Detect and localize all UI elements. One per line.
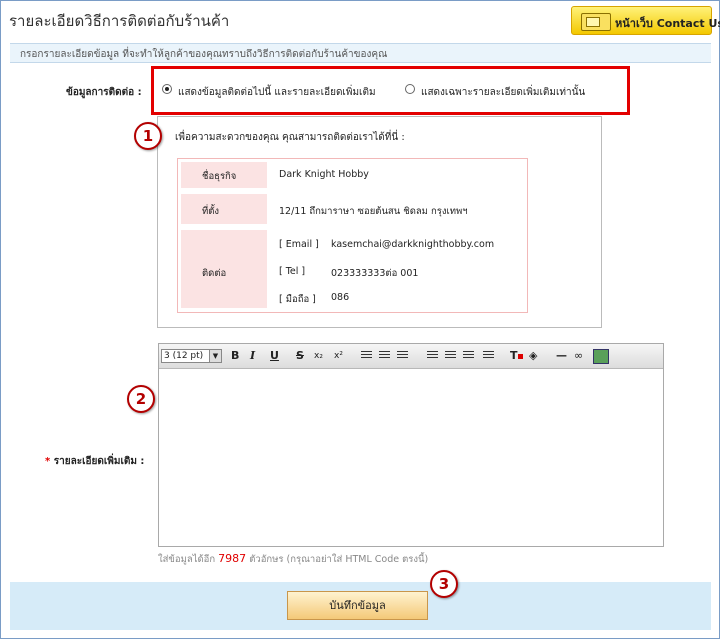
save-button[interactable]: บันทึกข้อมูล [287,591,428,620]
editor-toolbar: 3 (12 pt) ▼ B I U S x₂ x² T ◈ — ∞ [159,344,663,369]
underline-button[interactable]: U [270,349,279,363]
radio-details-only[interactable] [405,84,415,94]
contact-info-label: ข้อมูลการติดต่อ : [66,87,142,98]
contact-label: ติดต่อ [202,268,227,279]
chevron-down-icon[interactable]: ▼ [209,350,221,362]
preview-intro: เพื่อความสะดวกของคุณ คุณสามารถติดต่อเราไ… [175,132,405,143]
radio-show-contact-and-details-label[interactable]: แสดงข้อมูลติดต่อไปนี้ และรายละเอียดเพิ่ม… [178,85,376,100]
page-title: รายละเอียดวิธีการติดต่อกับร้านค้า [9,12,230,30]
callout-2: 2 [127,385,155,413]
callout-1: 1 [134,122,162,150]
contact-us-button[interactable]: หน้าเว็บ Contact Us [571,6,720,35]
outdent-icon[interactable] [463,351,474,360]
business-name-value: Dark Knight Hobby [279,169,369,180]
character-counter: ใส่ข้อมูลได้อีก 7987 ตัวอักษร (กรุณาอย่า… [158,552,428,567]
counter-remaining: 7987 [218,552,247,565]
rich-text-editor: 3 (12 pt) ▼ B I U S x₂ x² T ◈ — ∞ [158,343,664,547]
horizontal-rule-icon[interactable]: — [556,349,567,363]
strikethrough-button[interactable]: S [296,349,304,363]
unordered-list-icon[interactable] [445,351,456,360]
radio-details-only-label[interactable]: แสดงเฉพาะรายละเอียดเพิ่มเติมเท่านั้น [421,85,585,100]
link-icon[interactable]: ∞ [574,349,583,363]
address-label-cell [181,194,267,224]
callout-3: 3 [430,570,458,598]
align-center-icon[interactable] [379,351,390,360]
indent-icon[interactable] [483,351,494,360]
bold-button[interactable]: B [231,349,239,363]
tel-value: 023333333ต่อ 001 [331,268,419,279]
mobile-value: 086 [331,292,350,303]
instruction-bar: กรอกรายละเอียดข้อมูล ที่จะทำให้ลูกค้าของ… [10,43,711,63]
instruction-text: กรอกรายละเอียดข้อมูล ที่จะทำให้ลูกค้าของ… [20,49,388,60]
address-value: 12/11 ถึกมาราษา ซอยต้นสน ชิดลม กรุงเทพฯ [279,206,468,217]
contact-us-label: หน้าเว็บ Contact Us [615,17,720,30]
business-name-label: ชื่อธุรกิจ [202,171,237,182]
details-textarea[interactable] [159,369,663,546]
radio-show-contact-and-details[interactable] [162,84,172,94]
align-right-icon[interactable] [397,351,408,360]
contact-preview-table: ชื่อธุรกิจ Dark Knight Hobby ที่ตั้ง 12/… [177,158,528,313]
align-left-icon[interactable] [361,351,372,360]
email-value: kasemchai@darkknighthobby.com [331,239,495,250]
subscript-button[interactable]: x₂ [314,349,323,363]
text-color-icon[interactable]: T [510,349,523,363]
counter-suffix: ตัวอักษร (กรุณาอย่าใส่ HTML Code ตรงนี้) [249,554,429,565]
contact-card-icon [581,13,611,31]
counter-prefix: ใส่ข้อมูลได้อีก [158,554,216,565]
required-asterisk: * [45,456,51,467]
address-label: ที่ตั้ง [202,206,220,217]
background-color-icon[interactable]: ◈ [529,349,537,363]
superscript-button[interactable]: x² [334,349,343,363]
email-key: [ Email ] [279,239,319,250]
contact-preview-panel: เพื่อความสะดวกของคุณ คุณสามารถติดต่อเราไ… [157,116,602,328]
details-label: * รายละเอียดเพิ่มเติม : [45,454,144,469]
tel-key: [ Tel ] [279,266,306,277]
ordered-list-icon[interactable] [427,351,438,360]
italic-button[interactable]: I [250,349,255,363]
font-size-select[interactable]: 3 (12 pt) ▼ [161,349,222,363]
details-label-text: รายละเอียดเพิ่มเติม : [53,456,145,467]
mobile-key: [ มือถือ ] [279,294,316,305]
font-size-value: 3 (12 pt) [164,351,204,361]
insert-image-icon[interactable] [593,349,609,364]
